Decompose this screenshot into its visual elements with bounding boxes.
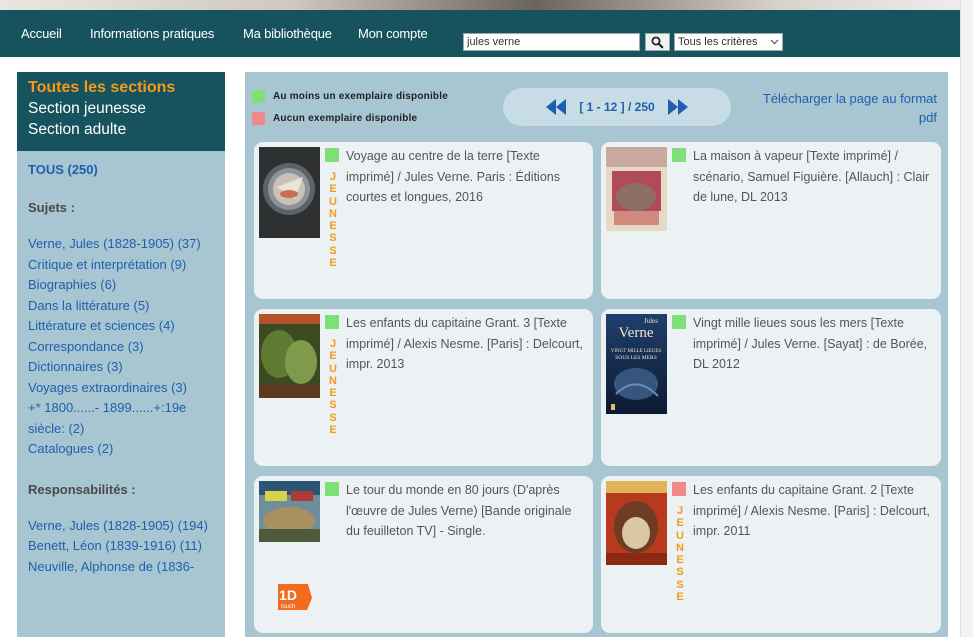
result-card: Le tour du monde en 80 jours (D'après l'… [254, 476, 593, 633]
nav-informations-pratiques[interactable]: Informations pratiques [90, 26, 214, 41]
availability-indicator [325, 148, 339, 162]
pagination-range: [ 1 - 12 ] / 250 [579, 100, 655, 114]
all-sections-link[interactable]: Toutes les sections [28, 78, 225, 98]
vingt-mille-lieues-cover[interactable]: Jules Verne VINGT MILLE LIEUES SOUS LES … [606, 314, 667, 414]
cover-author-last: Verne [619, 325, 654, 341]
availability-indicator [325, 482, 339, 496]
double-arrow-left-icon [546, 99, 567, 115]
page-scrollbar[interactable] [960, 0, 973, 637]
book-cover-image: Jules Verne VINGT MILLE LIEUES SOUS LES … [606, 314, 667, 414]
facet-item[interactable]: +* 1800......- 1899......+:19e siècle: (… [28, 398, 218, 439]
svg-text:SOUS LES MERS: SOUS LES MERS [615, 355, 657, 361]
result-title[interactable]: La maison à vapeur [Texte imprimé] / scé… [693, 146, 933, 208]
pagination: [ 1 - 12 ] / 250 [503, 88, 731, 126]
nav-ma-bibliotheque[interactable]: Ma bibliothèque [243, 26, 332, 41]
svg-text:touch: touch [281, 604, 296, 610]
top-navbar: Accueil Informations pratiques Ma biblio… [0, 10, 960, 57]
book-cover-image [259, 314, 320, 398]
availability-indicator [672, 148, 686, 162]
svg-text:VINGT MILLE LIEUES: VINGT MILLE LIEUES [611, 349, 662, 354]
search-button[interactable] [645, 33, 670, 51]
elephant-comic-cover[interactable] [606, 147, 667, 231]
facet-item[interactable]: Neuville, Alphonse de (1836- [28, 557, 218, 578]
facet-item[interactable]: Voyages extraordinaires (3) [28, 378, 218, 399]
search-icon [651, 36, 664, 49]
nav-accueil[interactable]: Accueil [21, 26, 62, 41]
cover-author-first: Jules [644, 317, 658, 325]
result-title[interactable]: Les enfants du capitaine Grant. 2 [Texte… [693, 480, 933, 542]
book-cover-image [259, 147, 320, 238]
svg-text:1D: 1D [279, 587, 297, 603]
legend-unavailable: Aucun exemplaire disponible [252, 112, 417, 125]
next-page-button[interactable] [667, 99, 689, 115]
legend-unavailable-label: Aucun exemplaire disponible [273, 113, 418, 124]
album-cover-image [259, 481, 320, 542]
result-card: JEUNESSE Voyage au centre de la terre [T… [254, 142, 593, 299]
jeunesse-label: JEUNESSE [329, 338, 337, 437]
unavailable-swatch [252, 112, 265, 125]
result-title[interactable]: Les enfants du capitaine Grant. 3 [Texte… [346, 313, 586, 375]
jeunesse-label: JEUNESSE [676, 505, 684, 604]
jeunesse-label: JEUNESSE [329, 171, 337, 270]
subjects-facet-list: Verne, Jules (1828-1905) (37) Critique e… [28, 234, 218, 460]
nav-mon-compte[interactable]: Mon compte [358, 26, 428, 41]
facet-item[interactable]: Biographies (6) [28, 275, 218, 296]
result-card: Jules Verne VINGT MILLE LIEUES SOUS LES … [601, 309, 941, 466]
results-panel: Au moins un exemplaire disponible Aucun … [245, 72, 948, 637]
header-banner-image [0, 0, 973, 10]
tv-soundtrack-cover[interactable] [259, 481, 320, 542]
facet-item[interactable]: Dictionnaires (3) [28, 357, 218, 378]
legend-available-label: Au moins un exemplaire disponible [273, 91, 448, 102]
book-cover-image [606, 481, 667, 565]
1d-touch-icon[interactable]: 1D touch [274, 580, 314, 614]
all-results-link[interactable]: TOUS (250) [28, 162, 218, 177]
facet-item[interactable]: Catalogues (2) [28, 439, 218, 460]
facet-item[interactable]: Critique et interprétation (9) [28, 255, 218, 276]
result-title[interactable]: Le tour du monde en 80 jours (D'après l'… [346, 480, 586, 542]
previous-page-button[interactable] [545, 99, 567, 115]
responsibilities-facet-list: Verne, Jules (1828-1905) (194) Benett, L… [28, 516, 218, 578]
subjects-facet-title: Sujets : [28, 200, 75, 215]
responsibilities-facet-title: Responsabilités : [28, 481, 136, 497]
double-arrow-right-icon [667, 99, 688, 115]
availability-indicator [672, 315, 686, 329]
chevron-down-icon [770, 39, 779, 45]
facet-item[interactable]: Correspondance (3) [28, 337, 218, 358]
section-jeunesse-link[interactable]: Section jeunesse [28, 98, 225, 119]
available-swatch [252, 90, 265, 103]
legend-available: Au moins un exemplaire disponible [252, 90, 448, 103]
result-card: JEUNESSE Les enfants du capitaine Grant.… [254, 309, 593, 466]
search-input[interactable] [463, 33, 640, 51]
compass-cover[interactable] [259, 147, 320, 238]
availability-indicator [325, 315, 339, 329]
facet-item[interactable]: Verne, Jules (1828-1905) (37) [28, 234, 218, 255]
result-title[interactable]: Vingt mille lieues sous les mers [Texte … [693, 313, 933, 375]
filter-sidebar: Toutes les sections Section jeunesse Sec… [17, 72, 225, 637]
criteria-select[interactable]: Tous les critères [674, 33, 783, 51]
result-card: JEUNESSE Les enfants du capitaine Grant.… [601, 476, 941, 633]
jungle-comic-cover[interactable] [259, 314, 320, 398]
result-title[interactable]: Voyage au centre de la terre [Texte impr… [346, 146, 586, 208]
facet-item[interactable]: Littérature et sciences (4) [28, 316, 218, 337]
facets: TOUS (250) Sujets : Verne, Jules (1828-1… [28, 162, 218, 577]
result-card: La maison à vapeur [Texte imprimé] / scé… [601, 142, 941, 299]
sections-box: Toutes les sections Section jeunesse Sec… [17, 72, 225, 151]
red-comic-cover[interactable] [606, 481, 667, 565]
book-cover-image [606, 147, 667, 231]
availability-indicator [672, 482, 686, 496]
section-adulte-link[interactable]: Section adulte [28, 119, 225, 140]
download-pdf-link[interactable]: Télécharger la page au format pdf [757, 89, 937, 127]
facet-item[interactable]: Verne, Jules (1828-1905) (194) [28, 516, 218, 537]
criteria-selected-value: Tous les critères [678, 36, 758, 48]
facet-item[interactable]: Dans la littérature (5) [28, 296, 218, 317]
facet-item[interactable]: Benett, Léon (1839-1916) (11) [28, 536, 218, 557]
